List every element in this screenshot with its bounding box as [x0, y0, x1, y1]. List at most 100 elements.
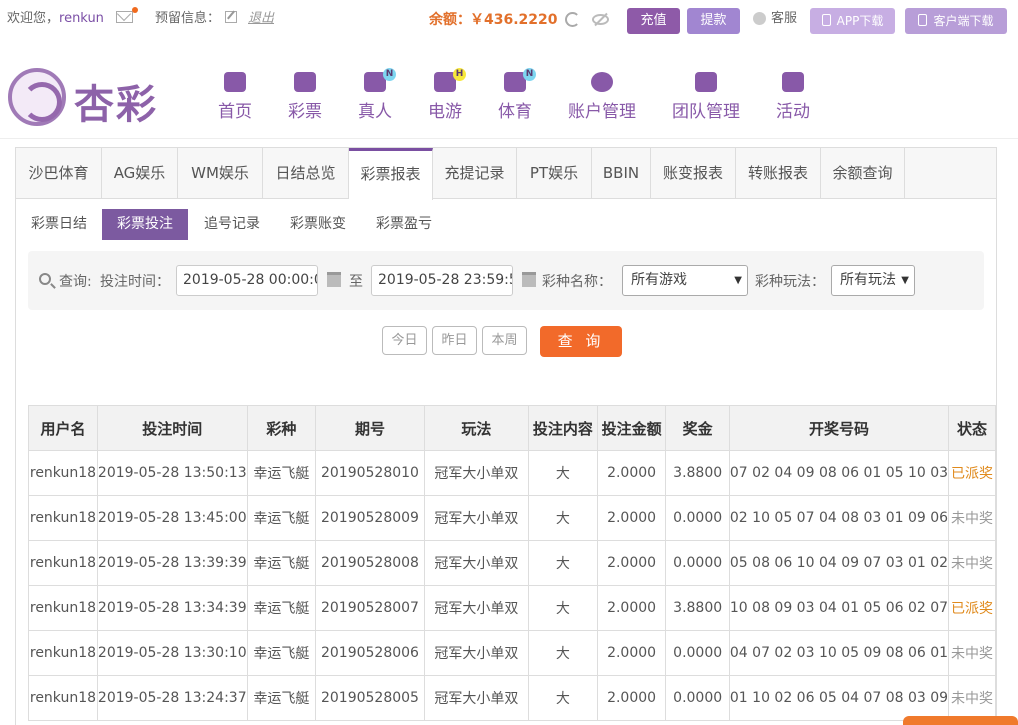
cell-status: 未中奖 [948, 540, 996, 586]
tab-balance-query[interactable]: 余额查询 [821, 148, 905, 199]
nav-sports[interactable]: N 体育 [498, 68, 536, 122]
tab-ag[interactable]: AG娱乐 [102, 148, 178, 199]
trophy-icon: N [504, 68, 536, 92]
hide-balance-icon[interactable] [592, 14, 609, 25]
nav-live[interactable]: N 真人 [358, 68, 396, 122]
table-header-row: 用户名 投注时间 彩种 期号 玩法 投注内容 投注金额 奖金 开奖号码 状态 [28, 405, 996, 451]
play-select[interactable]: 所有玩法 ▼ [831, 265, 915, 296]
app-download-button[interactable]: APP下载 [810, 8, 895, 34]
subtab-lottery-profit[interactable]: 彩票盈亏 [363, 209, 445, 240]
this-week-button[interactable]: 本周 [482, 326, 527, 355]
withdraw-button[interactable]: 提款 [687, 8, 740, 34]
tab-deposit-records[interactable]: 充提记录 [433, 148, 517, 199]
cell-issue: 20190528010 [315, 450, 425, 496]
cell-bet-time: 2019-05-28 13:30:10 [96, 630, 248, 676]
subtab-lottery-daily[interactable]: 彩票日结 [19, 209, 99, 240]
nav-lottery[interactable]: 彩票 [288, 72, 322, 122]
header-divider [0, 138, 1018, 139]
refresh-icon[interactable] [565, 12, 580, 27]
cell-prize: 0.0000 [665, 630, 730, 676]
subtab-chase-records[interactable]: 追号记录 [191, 209, 273, 240]
cell-play: 冠军大小单双 [423, 675, 530, 721]
cell-status: 已派奖 [948, 585, 996, 631]
bet-records-table: 用户名 投注时间 彩种 期号 玩法 投注内容 投注金额 奖金 开奖号码 状态 r… [28, 405, 996, 721]
cell-username: renkun18 [28, 630, 98, 676]
cell-content: 大 [528, 450, 598, 496]
subtab-lottery-changes[interactable]: 彩票账变 [277, 209, 359, 240]
cell-issue: 20190528005 [315, 675, 425, 721]
tab-saba-sports[interactable]: 沙巴体育 [16, 148, 102, 199]
subtab-lottery-bets[interactable]: 彩票投注 [102, 209, 188, 240]
tab-transfer-report[interactable]: 转账报表 [736, 148, 821, 199]
nav-promotions[interactable]: 活动 [776, 72, 810, 122]
top-bar: 欢迎您，renkun 预留信息： 退出 余额： ￥436.2220 充值 提款 … [0, 0, 1018, 40]
bet-time-label: 投注时间： [100, 274, 170, 290]
column-header: 奖金 [665, 405, 730, 451]
cell-status: 未中奖 [948, 495, 996, 541]
report-tabs: 沙巴体育 AG娱乐 WM娱乐 日结总览 彩票报表 充提记录 PT娱乐 BBIN … [16, 148, 996, 200]
tab-daily-summary[interactable]: 日结总览 [263, 148, 349, 199]
calendar-icon[interactable] [327, 272, 341, 287]
tab-pt[interactable]: PT娱乐 [517, 148, 592, 199]
cell-content: 大 [528, 540, 598, 586]
nav-team[interactable]: 团队管理 [672, 72, 740, 122]
tab-wm[interactable]: WM娱乐 [178, 148, 263, 199]
calendar-icon[interactable] [522, 272, 536, 287]
floating-widget-tab[interactable] [903, 716, 1018, 725]
username[interactable]: renkun [59, 11, 104, 26]
cell-amount: 2.0000 [596, 495, 667, 541]
yesterday-button[interactable]: 昨日 [432, 326, 477, 355]
logo-icon[interactable] [8, 68, 66, 126]
game-select[interactable]: 所有游戏 ▼ [622, 265, 748, 296]
column-header: 彩种 [246, 405, 317, 451]
cell-amount: 2.0000 [596, 450, 667, 496]
cell-draw-numbers: 01 10 02 06 05 04 07 08 03 09 [728, 675, 950, 721]
customer-service-icon[interactable] [753, 12, 766, 25]
today-button[interactable]: 今日 [382, 326, 427, 355]
cell-bet-time: 2019-05-28 13:39:39 [96, 540, 248, 586]
to-label: 至 [349, 274, 363, 290]
cell-lottery: 幸运飞艇 [246, 450, 317, 496]
cell-draw-numbers: 05 08 06 10 04 09 07 03 01 02 [728, 540, 950, 586]
cell-username: renkun18 [28, 585, 98, 631]
query-button[interactable]: 查 询 [540, 326, 622, 357]
cell-amount: 2.0000 [596, 585, 667, 631]
client-download-button[interactable]: 客户端下载 [905, 8, 1007, 34]
recharge-button[interactable]: 充值 [627, 8, 680, 34]
cell-username: renkun18 [28, 540, 98, 586]
tab-bbin[interactable]: BBIN [592, 148, 651, 199]
end-date-input[interactable]: 2019-05-28 23:59:59 [371, 265, 513, 296]
column-header: 玩法 [423, 405, 530, 451]
cell-play: 冠军大小单双 [423, 450, 530, 496]
tab-account-change[interactable]: 账变报表 [651, 148, 736, 199]
customer-service-link[interactable]: 客服 [771, 10, 797, 28]
cell-status: 未中奖 [948, 630, 996, 676]
mail-icon[interactable] [116, 11, 133, 23]
nav-egames[interactable]: H 电游 [428, 68, 466, 122]
notification-dot [132, 7, 138, 13]
cell-issue: 20190528009 [315, 495, 425, 541]
edit-icon[interactable] [225, 11, 237, 23]
tab-lottery-report[interactable]: 彩票报表 [349, 148, 433, 200]
cell-status: 未中奖 [948, 675, 996, 721]
column-header: 投注时间 [96, 405, 248, 451]
logo-text[interactable]: 杏彩 [74, 72, 158, 130]
cell-content: 大 [528, 630, 598, 676]
cell-bet-time: 2019-05-28 13:50:13 [96, 450, 248, 496]
cell-content: 大 [528, 495, 598, 541]
table-row: renkun18 2019-05-28 13:34:39 幸运飞艇 201905… [28, 585, 996, 631]
column-header: 状态 [948, 405, 996, 451]
nav-account[interactable]: 账户管理 [568, 72, 636, 122]
cell-prize: 0.0000 [665, 675, 730, 721]
cell-play: 冠军大小单双 [423, 540, 530, 586]
table-row: renkun18 2019-05-28 13:39:39 幸运飞艇 201905… [28, 540, 996, 586]
cell-draw-numbers: 07 02 04 09 08 06 01 05 10 03 [728, 450, 950, 496]
cell-lottery: 幸运飞艇 [246, 630, 317, 676]
welcome-text: 欢迎您，renkun [7, 11, 104, 26]
team-icon [695, 72, 717, 92]
phone-icon [821, 14, 831, 26]
logout-link[interactable]: 退出 [248, 10, 274, 28]
cell-content: 大 [528, 675, 598, 721]
nav-home[interactable]: 首页 [218, 72, 252, 122]
start-date-input[interactable]: 2019-05-28 00:00:00 [176, 265, 318, 296]
